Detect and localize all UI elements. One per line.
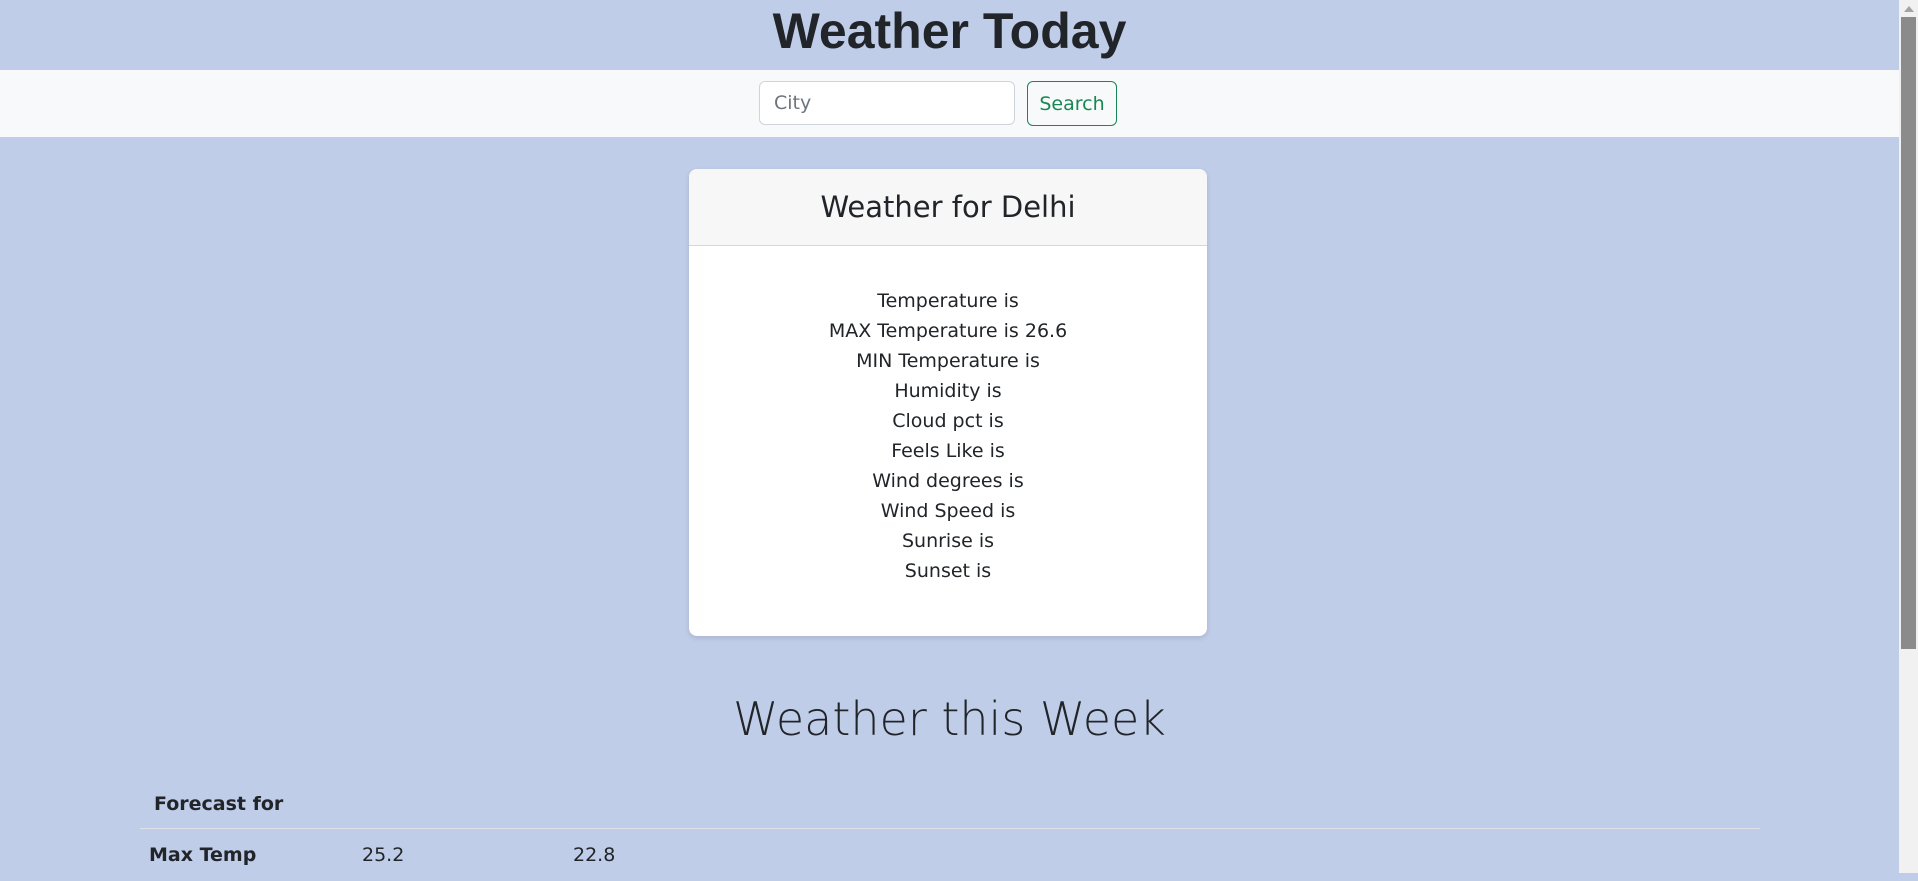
search-bar: Search xyxy=(0,70,1899,137)
forecast-cell: 22.8 xyxy=(573,829,784,881)
stat-humidity: Humidity is xyxy=(689,376,1207,406)
stat-wind-speed: Wind Speed is xyxy=(689,496,1207,526)
stat-min-temperature: MIN Temperature is xyxy=(689,346,1207,376)
week-section-title: Weather this Week xyxy=(0,686,1899,752)
page: Weather Today Search Weather for Delhi T… xyxy=(0,0,1899,873)
table-row: Max Temp 25.2 22.8 xyxy=(140,829,1760,881)
stat-max-temperature: MAX Temperature is 26.6 xyxy=(689,316,1207,346)
page-title: Weather Today xyxy=(0,0,1899,70)
forecast-cell: 25.2 xyxy=(362,829,573,881)
scrollbar-thumb[interactable] xyxy=(1901,17,1916,649)
vertical-scrollbar[interactable] xyxy=(1899,0,1918,873)
stat-feels-like: Feels Like is xyxy=(689,436,1207,466)
forecast-header: Forecast for xyxy=(140,780,1760,829)
search-button[interactable]: Search xyxy=(1027,81,1117,126)
stat-wind-degrees: Wind degrees is xyxy=(689,466,1207,496)
scroll-up-arrow-icon[interactable] xyxy=(1899,0,1918,17)
stat-sunset: Sunset is xyxy=(689,556,1207,586)
card-heading: Weather for Delhi xyxy=(689,169,1207,246)
weather-stats-list: Temperature is MAX Temperature is 26.6 M… xyxy=(689,246,1207,586)
current-weather-card: Weather for Delhi Temperature is MAX Tem… xyxy=(689,169,1207,636)
forecast-cell-empty xyxy=(784,829,1760,881)
stat-temperature: Temperature is xyxy=(689,286,1207,316)
row-label-max-temp: Max Temp xyxy=(140,829,362,881)
stat-cloud-pct: Cloud pct is xyxy=(689,406,1207,436)
city-search-input[interactable] xyxy=(759,81,1015,125)
forecast-table: Forecast for Max Temp 25.2 22.8 xyxy=(140,780,1760,881)
forecast-header-row: Forecast for xyxy=(140,780,1760,829)
stat-sunrise: Sunrise is xyxy=(689,526,1207,556)
